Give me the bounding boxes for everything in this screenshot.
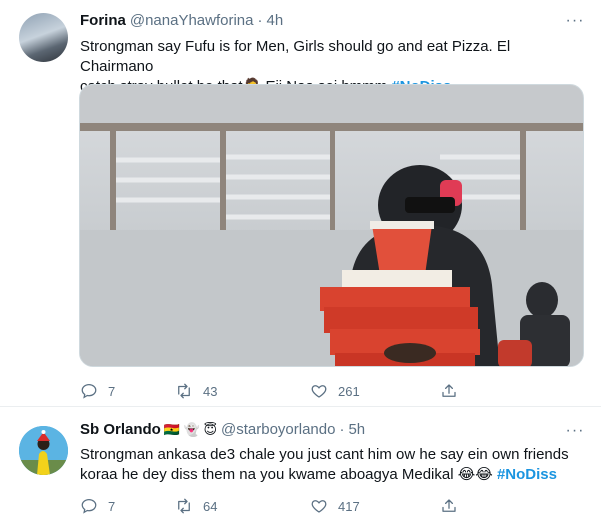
separator: · xyxy=(257,12,263,29)
retweet-button[interactable]: 64 xyxy=(175,497,310,515)
more-icon[interactable]: ··· xyxy=(565,421,585,441)
tweet-text-segment: koraa he dey diss them na you kwame aboa… xyxy=(80,466,458,483)
more-icon[interactable]: ··· xyxy=(565,11,585,31)
retweet-icon xyxy=(178,498,190,514)
reply-count: 7 xyxy=(108,383,116,399)
avatar[interactable] xyxy=(19,426,68,475)
tweet[interactable]: Sb Orlando 🇬🇭 👻 😇 @starboyorlando · 5h ·… xyxy=(0,407,601,519)
avatar[interactable] xyxy=(19,13,68,62)
tweet-actions: 7 64 417 xyxy=(80,497,458,515)
timestamp[interactable]: 5h xyxy=(348,420,365,440)
tweet-actions: 7 43 261 xyxy=(80,382,458,400)
user-handle[interactable]: @nanaYhawforina xyxy=(130,11,254,31)
like-button[interactable]: 417 xyxy=(310,497,440,515)
share-button[interactable] xyxy=(440,382,458,400)
tweet-text-line: Strongman ankasa de3 chale you just cant… xyxy=(80,446,569,463)
tweet-header: Sb Orlando 🇬🇭 👻 😇 @starboyorlando · 5h xyxy=(80,420,365,440)
share-button[interactable] xyxy=(440,497,458,515)
reply-icon xyxy=(81,498,97,514)
tweet-text-line: koraa he dey diss them na you kwame aboa… xyxy=(80,465,585,485)
reply-count: 7 xyxy=(108,498,116,514)
like-icon xyxy=(311,385,327,398)
photo-illustration xyxy=(80,85,583,366)
display-name[interactable]: Forina xyxy=(80,11,126,31)
tweet-text: Strongman ankasa de3 chale you just cant… xyxy=(80,445,585,485)
laughing-emoji: 😂😂 xyxy=(457,466,493,483)
avatar-image xyxy=(19,426,68,475)
like-button[interactable]: 261 xyxy=(310,382,440,400)
tweet-photo[interactable] xyxy=(79,84,584,367)
reply-icon xyxy=(81,383,97,399)
share-icon xyxy=(442,499,456,512)
separator: · xyxy=(339,421,345,438)
name-emojis: 🇬🇭 👻 😇 xyxy=(163,422,217,437)
tweet[interactable]: Forina @nanaYhawforina · 4h ··· Strongma… xyxy=(0,0,601,407)
retweet-button[interactable]: 43 xyxy=(175,382,310,400)
like-count: 261 xyxy=(338,383,360,399)
hashtag-link[interactable]: #NoDiss xyxy=(497,466,557,483)
share-icon xyxy=(442,384,456,397)
timestamp[interactable]: 4h xyxy=(266,11,283,31)
retweet-count: 64 xyxy=(203,498,218,514)
user-handle[interactable]: @starboyorlando xyxy=(221,420,335,440)
display-name[interactable]: Sb Orlando xyxy=(80,420,161,440)
reply-button[interactable]: 7 xyxy=(80,382,175,400)
reply-button[interactable]: 7 xyxy=(80,497,175,515)
tweet-header: Forina @nanaYhawforina · 4h xyxy=(80,11,283,31)
like-count: 417 xyxy=(338,498,360,514)
retweet-count: 43 xyxy=(203,383,218,399)
retweet-icon xyxy=(178,383,190,399)
like-icon xyxy=(311,500,327,513)
tweet-text-line: Strongman say Fufu is for Men, Girls sho… xyxy=(80,38,511,75)
